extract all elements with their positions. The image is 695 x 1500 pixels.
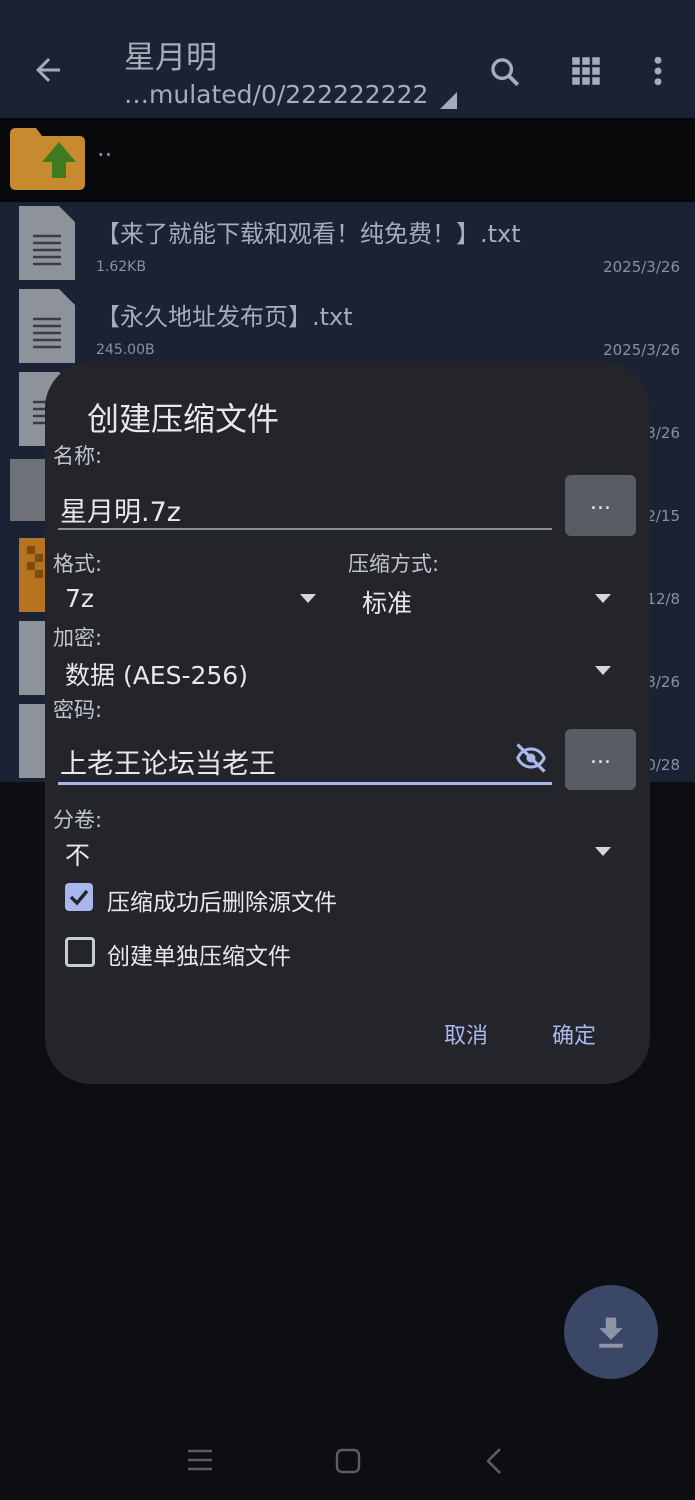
- delete-source-checkbox[interactable]: [65, 883, 93, 911]
- encryption-label: 加密:: [53, 626, 103, 650]
- name-input-underline: [58, 528, 552, 530]
- split-select[interactable]: 不: [65, 836, 90, 872]
- text-file-icon: [19, 289, 75, 363]
- back-arrow-icon[interactable]: [30, 52, 66, 88]
- encryption-dropdown-icon[interactable]: [595, 666, 611, 675]
- file-date: 2/15: [646, 507, 680, 525]
- file-size: 1.62KB: [96, 259, 146, 275]
- file-size: 245.00B: [96, 342, 155, 358]
- compression-method-label: 压缩方式:: [348, 552, 440, 576]
- compression-method-select[interactable]: 标准: [362, 584, 412, 620]
- file-date: 2025/3/26: [603, 258, 680, 276]
- list-item[interactable]: 【永久地址发布页】.txt 245.00B 2025/3/26: [0, 285, 695, 368]
- archive-name-input[interactable]: 星月明.7z: [60, 490, 181, 529]
- create-archive-dialog: 创建压缩文件 名称: 星月明.7z ... 格式: 7z 压缩方式: 标准 加密…: [45, 362, 650, 1084]
- format-select[interactable]: 7z: [65, 584, 94, 613]
- list-item[interactable]: 【来了就能下载和观看！纯免费！】.txt 1.62KB 2025/3/26: [0, 202, 695, 285]
- file-date: 2025/3/26: [603, 341, 680, 359]
- extract-fab[interactable]: [564, 1285, 658, 1379]
- name-label: 名称:: [53, 444, 103, 468]
- grid-view-icon[interactable]: [571, 56, 601, 86]
- password-label: 密码:: [53, 698, 103, 722]
- encryption-select[interactable]: 数据 (AES-256): [65, 656, 248, 692]
- app-bar: 星月明 …mulated/0/222222222: [0, 0, 695, 118]
- file-name: 【来了就能下载和观看！纯免费！】.txt: [96, 220, 521, 248]
- search-icon[interactable]: [488, 55, 522, 89]
- home-icon[interactable]: [335, 1448, 361, 1474]
- separate-archive-checkbox[interactable]: [65, 937, 95, 967]
- ok-button[interactable]: 确定: [552, 1018, 596, 1050]
- download-icon: [599, 1317, 623, 1348]
- folder-up-icon: [10, 128, 85, 190]
- file-date: 3/26: [646, 673, 680, 691]
- separate-archive-label: 创建单独压缩文件: [107, 944, 291, 970]
- password-input[interactable]: 上老王论坛当老王: [60, 742, 276, 781]
- method-dropdown-icon[interactable]: [595, 594, 611, 603]
- file-name: 【永久地址发布页】.txt: [96, 303, 353, 331]
- split-dropdown-icon[interactable]: [595, 847, 611, 856]
- more-options-icon[interactable]: [648, 55, 668, 87]
- password-options-button[interactable]: ...: [565, 729, 636, 790]
- folder-title: 星月明: [124, 40, 217, 76]
- format-label: 格式:: [53, 552, 103, 576]
- format-dropdown-icon[interactable]: [300, 594, 316, 603]
- visibility-off-icon[interactable]: [511, 740, 551, 776]
- path-dropdown-icon[interactable]: [440, 92, 457, 109]
- parent-folder-label: ..: [97, 134, 113, 162]
- text-file-icon: [19, 206, 75, 280]
- file-date: 12/8: [646, 590, 680, 608]
- file-date: 0/28: [646, 756, 680, 774]
- file-date: 3/26: [646, 424, 680, 442]
- cancel-button[interactable]: 取消: [444, 1018, 488, 1050]
- parent-folder-row[interactable]: ..: [0, 118, 695, 202]
- dialog-title: 创建压缩文件: [87, 400, 280, 438]
- back-nav-icon[interactable]: [484, 1447, 504, 1475]
- folder-path[interactable]: …mulated/0/222222222: [124, 80, 428, 109]
- delete-source-label: 压缩成功后删除源文件: [107, 890, 337, 916]
- recent-apps-icon[interactable]: [187, 1448, 213, 1472]
- split-label: 分卷:: [53, 808, 103, 832]
- system-nav-bar: [0, 1420, 695, 1500]
- check-icon: [69, 889, 89, 906]
- browse-output-button[interactable]: ...: [565, 475, 636, 536]
- password-input-underline: [58, 782, 552, 785]
